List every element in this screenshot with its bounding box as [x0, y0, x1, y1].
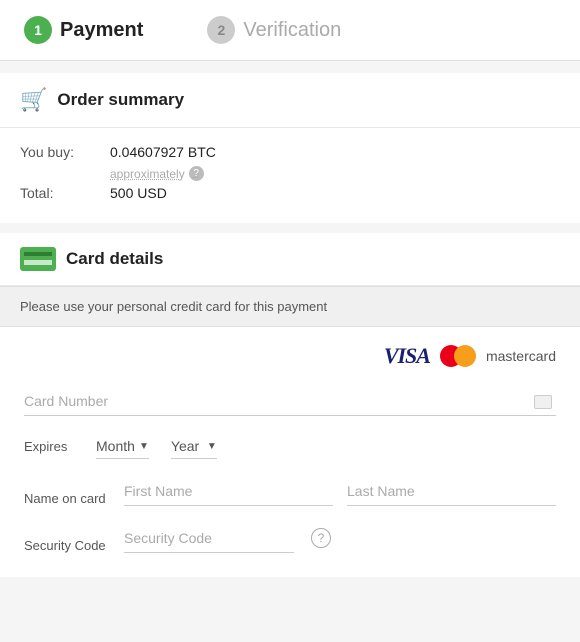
approximately-label: approximately: [110, 167, 185, 181]
mastercard-logo: mastercard: [440, 345, 556, 367]
approximately-question-icon[interactable]: ?: [189, 166, 204, 181]
total-label: Total:: [20, 185, 110, 201]
you-buy-label: You buy:: [20, 144, 110, 160]
card-details-section: Card details Please use your personal cr…: [0, 233, 580, 577]
total-value: 500 USD: [110, 185, 167, 201]
name-fields: [124, 477, 556, 506]
mastercard-text: mastercard: [486, 348, 556, 364]
order-summary-header: 🛒 Order summary: [0, 73, 580, 128]
name-on-card-row: Name on card: [24, 477, 556, 506]
card-details-title: Card details: [66, 249, 163, 269]
month-select[interactable]: Month 010203 040506 070809 101112: [96, 438, 139, 454]
step-verification: 2 Verification: [207, 16, 341, 44]
year-chevron-icon: ▼: [207, 441, 217, 452]
expires-label: Expires: [24, 439, 84, 454]
step2-label: Verification: [243, 19, 341, 42]
first-name-input[interactable]: [124, 477, 333, 506]
security-code-help-icon[interactable]: ?: [311, 528, 331, 548]
step1-label: Payment: [60, 19, 143, 42]
order-summary-section: 🛒 Order summary You buy: 0.04607927 BTC …: [0, 73, 580, 223]
card-chip-icon: [534, 395, 552, 409]
step1-circle: 1: [24, 16, 52, 44]
year-select-wrap: Year 202420252026 202720282029 2030 ▼: [171, 434, 217, 459]
payment-logos: VISA mastercard: [24, 343, 556, 369]
card-details-header: Card details: [0, 233, 580, 286]
card-form: VISA mastercard Expires Month 010203 040…: [0, 327, 580, 577]
security-code-row: Security Code ?: [24, 524, 556, 553]
order-details: You buy: 0.04607927 BTC approximately ? …: [0, 128, 580, 223]
visa-logo: VISA: [384, 343, 430, 369]
mc-circle-right: [454, 345, 476, 367]
step-payment: 1 Payment: [24, 16, 143, 44]
year-select[interactable]: Year 202420252026 202720282029 2030: [171, 438, 207, 454]
name-on-card-label: Name on card: [24, 491, 124, 506]
you-buy-value: 0.04607927 BTC: [110, 144, 216, 160]
card-notice: Please use your personal credit card for…: [0, 286, 580, 327]
expires-row: Expires Month 010203 040506 070809 10111…: [24, 434, 556, 459]
steps-header: 1 Payment 2 Verification: [0, 0, 580, 61]
security-code-input[interactable]: [124, 524, 305, 552]
card-number-input[interactable]: [24, 387, 556, 416]
order-summary-title: Order summary: [57, 90, 184, 110]
step2-circle: 2: [207, 16, 235, 44]
card-icon: [20, 247, 56, 271]
cart-icon: 🛒: [20, 87, 47, 113]
security-code-wrap: ?: [124, 524, 294, 553]
security-code-label: Security Code: [24, 538, 124, 553]
month-select-wrap: Month 010203 040506 070809 101112 ▼: [96, 434, 149, 459]
approximately-row[interactable]: approximately ?: [110, 166, 560, 181]
month-chevron-icon: ▼: [139, 441, 149, 452]
you-buy-row: You buy: 0.04607927 BTC: [20, 144, 560, 160]
card-number-group: [24, 387, 556, 416]
last-name-input[interactable]: [347, 477, 556, 506]
total-row: Total: 500 USD: [20, 185, 560, 201]
